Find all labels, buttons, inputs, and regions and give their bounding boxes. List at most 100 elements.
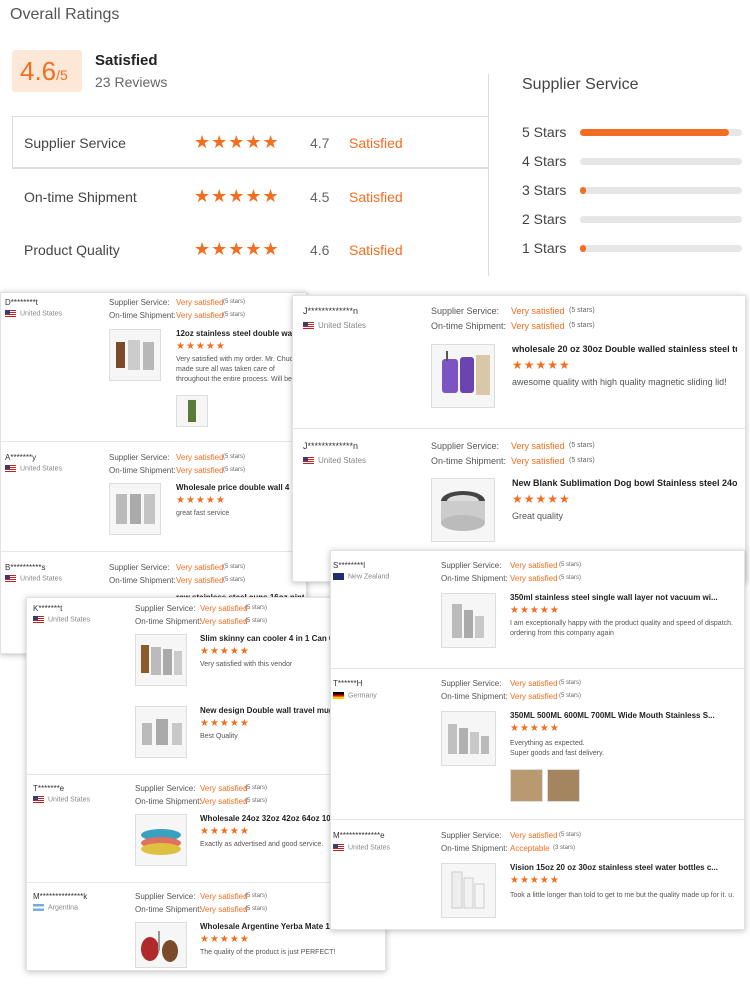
review-stars: ★★★★★ bbox=[510, 605, 560, 616]
overall-score: 4.6/5 bbox=[12, 50, 82, 92]
rating-label: Supplier Service bbox=[24, 135, 126, 151]
product-thumbnail[interactable] bbox=[431, 478, 495, 542]
supplier-service-value: Very satisfied bbox=[176, 453, 224, 462]
stars-count: (5 stars) bbox=[223, 577, 246, 583]
shipment-value: Very satisfied bbox=[510, 692, 558, 701]
rating-status: Satisfied bbox=[349, 189, 403, 205]
shipment-label: On-time Shipment: bbox=[135, 797, 202, 806]
shipment-label: On-time Shipment: bbox=[441, 574, 508, 583]
flag-us-icon bbox=[5, 465, 16, 472]
supplier-service-value: Very satisfied bbox=[511, 441, 565, 451]
review-stars: ★★★★★ bbox=[200, 646, 250, 657]
stars-count: (5 stars) bbox=[559, 680, 582, 686]
flag-us-icon bbox=[303, 457, 314, 465]
rating-label: Product Quality bbox=[24, 242, 120, 258]
supplier-service-label: Supplier Service: bbox=[441, 679, 502, 688]
shipment-label: On-time Shipment: bbox=[431, 456, 507, 466]
shipment-value: Very satisfied bbox=[176, 311, 224, 320]
breakdown-title: Supplier Service bbox=[522, 76, 639, 93]
stars-count: (5 stars) bbox=[559, 832, 582, 838]
review-photo[interactable] bbox=[547, 769, 580, 802]
product-title[interactable]: New Blank Sublimation Dog bowl Stainless… bbox=[512, 478, 737, 488]
stars-count: (5 stars) bbox=[223, 299, 246, 305]
product-thumbnail[interactable] bbox=[441, 593, 496, 648]
shipment-value: Very satisfied bbox=[176, 576, 224, 585]
product-thumbnail[interactable] bbox=[109, 483, 161, 535]
product-thumbnail[interactable] bbox=[441, 863, 496, 918]
product-title[interactable]: wholesale 20 oz 30oz Double walled stain… bbox=[512, 344, 737, 354]
rating-label: On-time Shipment bbox=[24, 189, 137, 205]
breakdown-label: 1 Stars bbox=[522, 240, 567, 256]
rating-status: Satisfied bbox=[349, 135, 403, 151]
stars-count: (5 stars) bbox=[245, 605, 268, 611]
shipment-value: Very satisfied bbox=[200, 905, 248, 914]
review-text: Took a little longer than told to get to… bbox=[510, 892, 735, 899]
product-thumbnail[interactable] bbox=[135, 814, 187, 866]
product-title[interactable]: 12oz stainless steel double wall vacuum bbox=[176, 329, 304, 338]
product-thumbnail[interactable] bbox=[431, 344, 495, 408]
supplier-service-label: Supplier Service: bbox=[109, 453, 170, 462]
review-text: great fast service bbox=[176, 510, 230, 517]
reviewer-name: J*************n bbox=[303, 441, 359, 451]
product-title[interactable]: Vision 15oz 20 oz 30oz stainless steel w… bbox=[510, 863, 740, 872]
review-stars: ★★★★★ bbox=[510, 723, 560, 734]
shipment-value: Very satisfied bbox=[511, 456, 565, 466]
flag-us-icon bbox=[5, 575, 16, 582]
divider bbox=[331, 668, 744, 669]
product-title[interactable]: Wholesale price double wall 4 in 1 can bbox=[176, 483, 304, 492]
product-thumbnail[interactable] bbox=[135, 634, 187, 686]
flag-us-icon bbox=[333, 844, 344, 851]
reviewer-name: B**********s bbox=[5, 563, 46, 572]
overall-label: Satisfied bbox=[95, 52, 158, 69]
supplier-service-value: Very satisfied bbox=[200, 892, 248, 901]
supplier-service-value: Very satisfied bbox=[176, 298, 224, 307]
reviewer-country: United States bbox=[5, 310, 62, 317]
rating-score: 4.7 bbox=[310, 135, 330, 151]
product-title[interactable]: 350ml stainless steel single wall layer … bbox=[510, 593, 740, 602]
stars-count: (5 stars) bbox=[245, 618, 268, 624]
breakdown-bar-fill bbox=[580, 245, 587, 252]
breakdown-label: 4 Stars bbox=[522, 153, 567, 169]
stars-count: (5 stars) bbox=[569, 322, 595, 329]
product-thumbnail[interactable] bbox=[109, 329, 161, 381]
review-text: awesome quality with high quality magnet… bbox=[512, 377, 727, 387]
rating-score: 4.6 bbox=[310, 242, 330, 258]
reviewer-country: Argentina bbox=[33, 904, 78, 911]
supplier-service-value: Very satisfied bbox=[176, 563, 224, 572]
product-thumbnail[interactable] bbox=[135, 706, 187, 758]
breakdown-bar bbox=[580, 187, 742, 194]
flag-us-icon bbox=[33, 796, 44, 803]
reviewer-country: New Zealand bbox=[333, 573, 389, 580]
stars-count: (5 stars) bbox=[559, 575, 582, 581]
review-stars: ★★★★★ bbox=[200, 934, 250, 945]
rating-stars: ★★★★★ bbox=[194, 239, 280, 259]
stars-count: (5 stars) bbox=[245, 785, 268, 791]
review-stars: ★★★★★ bbox=[176, 495, 226, 506]
shipment-value: Very satisfied bbox=[510, 574, 558, 583]
product-thumbnail[interactable] bbox=[135, 922, 187, 968]
review-photo[interactable] bbox=[510, 769, 543, 802]
product-title[interactable]: 350ML 500ML 600ML 700ML Wide Mouth Stain… bbox=[510, 711, 740, 720]
divider bbox=[331, 819, 744, 820]
divider bbox=[488, 74, 489, 116]
divider bbox=[1, 441, 306, 442]
review-photo[interactable] bbox=[176, 395, 208, 427]
shipment-value: Acceptable bbox=[510, 844, 550, 853]
divider bbox=[1, 551, 306, 552]
supplier-service-label: Supplier Service: bbox=[135, 604, 196, 613]
reviewer-country: United States bbox=[33, 616, 90, 623]
reviewer-country: United States bbox=[5, 465, 62, 472]
shipment-label: On-time Shipment: bbox=[135, 905, 202, 914]
rating-score: 4.5 bbox=[310, 189, 330, 205]
stars-count: (5 stars) bbox=[223, 312, 246, 318]
breakdown-bar-fill bbox=[580, 129, 730, 136]
supplier-service-label: Supplier Service: bbox=[109, 563, 170, 572]
stars-count: (3 stars) bbox=[553, 845, 576, 851]
shipment-label: On-time Shipment: bbox=[441, 692, 508, 701]
product-thumbnail[interactable] bbox=[441, 711, 496, 766]
shipment-label: On-time Shipment: bbox=[109, 466, 176, 475]
review-stars: ★★★★★ bbox=[200, 718, 250, 729]
stars-count: (5 stars) bbox=[245, 906, 268, 912]
stars-count: (5 stars) bbox=[569, 307, 595, 314]
reviewer-name: S********l bbox=[333, 561, 366, 570]
